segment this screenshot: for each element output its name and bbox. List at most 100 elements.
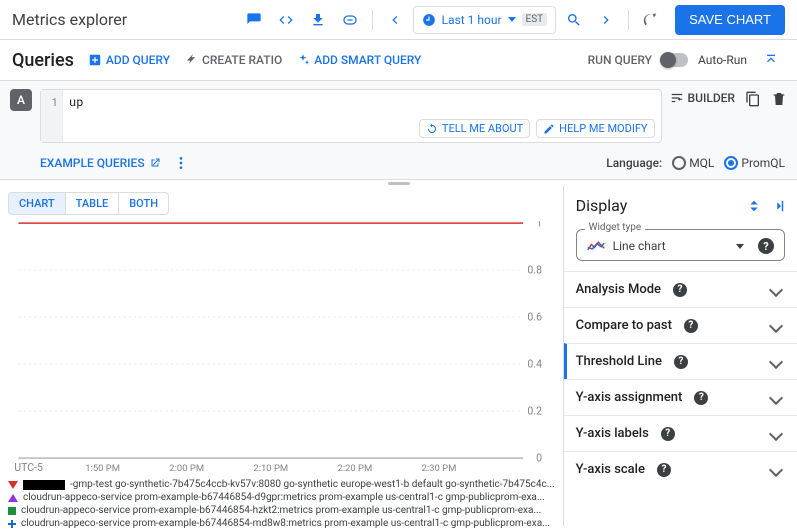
mql-label: MQL <box>689 156 714 170</box>
more-icon[interactable] <box>173 155 189 171</box>
svg-text:0.6: 0.6 <box>527 310 542 323</box>
help-icon[interactable]: ? <box>673 283 687 297</box>
legend-label: -gmp-test go-synthetic-7b475c4ccb-kv57v:… <box>70 479 555 490</box>
link-icon[interactable] <box>336 6 364 34</box>
radio-promql-icon <box>724 156 738 170</box>
panel-section[interactable]: Analysis Mode ? <box>564 271 797 307</box>
chart-plot[interactable]: 10.80.60.40.20UTC-51:50 PM2:00 PM2:10 PM… <box>8 221 555 477</box>
top-header: Metrics explorer Last 1 hour EST SAVE CH… <box>0 0 797 40</box>
query-area: A 1 up TELL ME ABOUT HELP ME MODIFY BUIL… <box>0 81 797 180</box>
query-editor[interactable]: 1 up TELL ME ABOUT HELP ME MODIFY <box>40 89 662 143</box>
line-chart-icon <box>587 240 605 252</box>
help-icon[interactable]: ? <box>684 319 698 333</box>
clock-icon <box>422 13 436 27</box>
chart-svg: 10.80.60.40.20UTC-51:50 PM2:00 PM2:10 PM… <box>8 221 555 477</box>
svg-text:1: 1 <box>536 221 542 229</box>
panel-section[interactable]: Y-axis assignment ? <box>564 379 797 415</box>
svg-text:2:00 PM: 2:00 PM <box>169 463 204 474</box>
feedback-icon[interactable] <box>240 6 268 34</box>
prev-time-icon[interactable] <box>381 6 409 34</box>
svg-text:2:10 PM: 2:10 PM <box>253 463 288 474</box>
svg-text:1:50 PM: 1:50 PM <box>85 463 120 474</box>
refresh-icon <box>426 123 438 135</box>
help-icon[interactable]: ? <box>758 238 774 254</box>
delete-icon[interactable] <box>771 91 787 107</box>
tab-chart[interactable]: CHART <box>8 192 66 215</box>
mql-radio[interactable]: MQL <box>672 156 714 170</box>
query-footer: EXAMPLE QUERIES Language: MQL PromQL <box>10 151 787 179</box>
divider <box>372 10 373 30</box>
example-queries-button[interactable]: EXAMPLE QUERIES <box>40 156 161 170</box>
tab-both[interactable]: BOTH <box>119 192 169 215</box>
panel-collapse-icon[interactable] <box>769 197 787 215</box>
widget-type-selector[interactable]: Widget type Line chart ? <box>576 229 785 261</box>
queries-bar-left: Queries ADD QUERY CREATE RATIO ADD SMART… <box>12 50 421 71</box>
builder-button[interactable]: BUILDER <box>670 91 735 105</box>
save-chart-button[interactable]: SAVE CHART <box>675 5 785 35</box>
legend-label: cloudrun-appeco-service prom-example-b67… <box>21 505 541 516</box>
add-query-label: ADD QUERY <box>106 53 170 67</box>
help-me-modify-label: HELP ME MODIFY <box>559 122 647 135</box>
help-me-modify-button[interactable]: HELP ME MODIFY <box>536 119 654 138</box>
chevron-down-icon <box>769 354 783 368</box>
tab-table[interactable]: TABLE <box>66 192 120 215</box>
help-icon[interactable]: ? <box>674 355 688 369</box>
display-header: Display <box>564 186 797 223</box>
promql-radio[interactable]: PromQL <box>724 156 785 170</box>
copy-icon[interactable] <box>745 91 761 107</box>
run-query-button[interactable]: RUN QUERY <box>588 53 652 67</box>
download-icon[interactable] <box>304 6 332 34</box>
svg-text:2:30 PM: 2:30 PM <box>422 463 457 474</box>
tune-icon <box>670 91 684 105</box>
line-gutter: 1 <box>41 90 63 142</box>
legend-item[interactable]: -gmp-test go-synthetic-7b475c4ccb-kv57v:… <box>8 479 555 490</box>
search-time-icon[interactable] <box>560 6 588 34</box>
query-side-actions: BUILDER <box>670 89 787 143</box>
page-title: Metrics explorer <box>12 10 127 29</box>
panel-section[interactable]: Y-axis labels ? <box>564 415 797 451</box>
queries-bar: Queries ADD QUERY CREATE RATIO ADD SMART… <box>0 40 797 81</box>
queries-title: Queries <box>12 50 74 71</box>
section-title: Threshold Line <box>576 354 662 369</box>
chart-legend: -gmp-test go-synthetic-7b475c4ccb-kv57v:… <box>0 477 563 529</box>
auto-run-label: Auto-Run <box>698 53 747 67</box>
panel-section[interactable]: Y-axis scale ? <box>564 451 797 487</box>
add-smart-query-button[interactable]: ADD SMART QUERY <box>296 53 421 67</box>
divider <box>628 10 629 30</box>
section-title: Analysis Mode <box>576 282 661 297</box>
legend-item[interactable]: cloudrun-appeco-service prom-example-b67… <box>8 518 555 529</box>
add-query-button[interactable]: ADD QUERY <box>88 53 170 67</box>
auto-run-toggle[interactable] <box>662 53 688 67</box>
tell-me-about-button[interactable]: TELL ME ABOUT <box>419 119 530 138</box>
sparkle-icon <box>296 53 310 67</box>
create-ratio-button[interactable]: CREATE RATIO <box>184 53 282 67</box>
widget-type-value: Line chart <box>613 239 728 253</box>
help-icon[interactable]: ? <box>661 427 675 441</box>
add-smart-query-label: ADD SMART QUERY <box>314 53 421 67</box>
expand-collapse-icon[interactable] <box>745 197 763 215</box>
legend-swatch <box>8 481 18 489</box>
help-icon[interactable]: ? <box>657 463 671 477</box>
time-range-selector[interactable]: Last 1 hour EST <box>413 6 557 34</box>
plus-box-icon <box>88 53 102 67</box>
redacted-text <box>23 480 65 490</box>
code-icon[interactable] <box>272 6 300 34</box>
promql-label: PromQL <box>741 156 785 170</box>
collapse-queries-icon[interactable] <box>757 46 785 74</box>
chevron-down-icon <box>769 426 783 440</box>
radio-mql-icon <box>672 156 686 170</box>
legend-item[interactable]: cloudrun-appeco-service prom-example-b67… <box>8 505 555 516</box>
next-time-icon[interactable] <box>592 6 620 34</box>
panel-section[interactable]: Threshold Line ? <box>564 343 797 379</box>
legend-item[interactable]: cloudrun-appeco-service prom-example-b67… <box>8 492 555 503</box>
panel-sections: Analysis Mode ? Compare to past ? Thresh… <box>564 271 797 487</box>
section-title: Y-axis labels <box>576 426 649 441</box>
help-icon[interactable]: ? <box>694 391 708 405</box>
time-range-label: Last 1 hour <box>442 13 502 27</box>
ratio-icon <box>184 53 198 67</box>
auto-refresh-off-icon[interactable] <box>637 6 665 34</box>
create-ratio-label: CREATE RATIO <box>202 53 282 67</box>
editor-ai-assists: TELL ME ABOUT HELP ME MODIFY <box>419 119 655 138</box>
caret-down-icon <box>736 244 744 249</box>
panel-section[interactable]: Compare to past ? <box>564 307 797 343</box>
